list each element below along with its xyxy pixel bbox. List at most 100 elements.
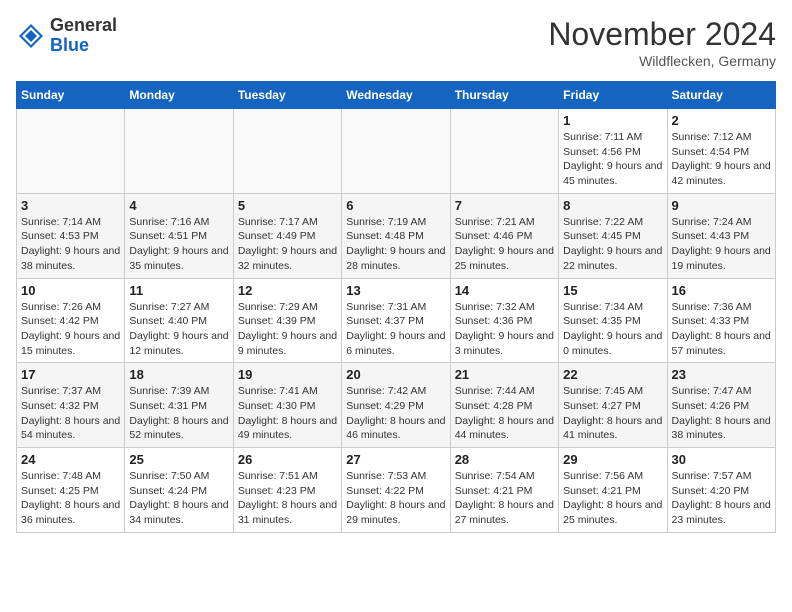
calendar-cell: 4 Sunrise: 7:16 AM Sunset: 4:51 PM Daylig… [125,193,233,278]
calendar-cell: 24Sunrise: 7:48 AM Sunset: 4:25 PM Dayli… [17,448,125,533]
day-info: Sunrise: 7:54 AM Sunset: 4:21 PM Dayligh… [455,469,554,528]
logo-blue: Blue [50,35,89,55]
day-number: 10 [21,283,120,298]
calendar-header-monday: Monday [125,82,233,109]
calendar-cell: 2 Sunrise: 7:12 AM Sunset: 4:54 PM Daylig… [667,109,775,194]
location: Wildflecken, Germany [548,53,776,69]
day-number: 12 [238,283,337,298]
day-number: 17 [21,367,120,382]
day-number: 19 [238,367,337,382]
calendar-cell: 16Sunrise: 7:36 AM Sunset: 4:33 PM Dayli… [667,278,775,363]
calendar-cell: 20Sunrise: 7:42 AM Sunset: 4:29 PM Dayli… [342,363,450,448]
calendar-cell: 30 Sunrise: 7:57 AM Sunset: 4:20 PM Dayli… [667,448,775,533]
calendar-cell: 15 Sunrise: 7:34 AM Sunset: 4:35 PM Dayli… [559,278,667,363]
day-number: 25 [129,452,228,467]
day-number: 2 [672,113,771,128]
day-number: 23 [672,367,771,382]
day-info: Sunrise: 7:45 AM Sunset: 4:27 PM Dayligh… [563,384,662,443]
day-number: 14 [455,283,554,298]
logo: General Blue [16,16,117,56]
day-number: 3 [21,198,120,213]
calendar-cell: 12Sunrise: 7:29 AM Sunset: 4:39 PM Dayli… [233,278,341,363]
calendar-cell: 5Sunrise: 7:17 AM Sunset: 4:49 PM Daylig… [233,193,341,278]
day-info: Sunrise: 7:14 AM Sunset: 4:53 PM Dayligh… [21,215,120,274]
day-info: Sunrise: 7:26 AM Sunset: 4:42 PM Dayligh… [21,300,120,359]
day-number: 30 [672,452,771,467]
calendar-cell: 8 Sunrise: 7:22 AM Sunset: 4:45 PM Daylig… [559,193,667,278]
calendar-cell: 10 Sunrise: 7:26 AM Sunset: 4:42 PM Dayli… [17,278,125,363]
calendar-cell: 1 Sunrise: 7:11 AM Sunset: 4:56 PM Daylig… [559,109,667,194]
day-info: Sunrise: 7:51 AM Sunset: 4:23 PM Dayligh… [238,469,337,528]
calendar-week-1: 1 Sunrise: 7:11 AM Sunset: 4:56 PM Daylig… [17,109,776,194]
day-info: Sunrise: 7:50 AM Sunset: 4:24 PM Dayligh… [129,469,228,528]
calendar-cell [450,109,558,194]
day-number: 29 [563,452,662,467]
calendar-header-tuesday: Tuesday [233,82,341,109]
day-info: Sunrise: 7:16 AM Sunset: 4:51 PM Dayligh… [129,215,228,274]
day-number: 26 [238,452,337,467]
day-number: 1 [563,113,662,128]
day-number: 28 [455,452,554,467]
day-number: 6 [346,198,445,213]
day-number: 27 [346,452,445,467]
day-info: Sunrise: 7:19 AM Sunset: 4:48 PM Dayligh… [346,215,445,274]
day-info: Sunrise: 7:11 AM Sunset: 4:56 PM Dayligh… [563,130,662,189]
calendar-cell: 29 Sunrise: 7:56 AM Sunset: 4:21 PM Dayli… [559,448,667,533]
calendar-header-wednesday: Wednesday [342,82,450,109]
calendar-cell: 23 Sunrise: 7:47 AM Sunset: 4:26 PM Dayli… [667,363,775,448]
calendar-cell: 11Sunrise: 7:27 AM Sunset: 4:40 PM Dayli… [125,278,233,363]
title-section: November 2024 Wildflecken, Germany [548,16,776,69]
calendar-cell: 21Sunrise: 7:44 AM Sunset: 4:28 PM Dayli… [450,363,558,448]
calendar-cell: 22 Sunrise: 7:45 AM Sunset: 4:27 PM Dayli… [559,363,667,448]
calendar-cell: 27 Sunrise: 7:53 AM Sunset: 4:22 PM Dayli… [342,448,450,533]
day-number: 11 [129,283,228,298]
day-number: 15 [563,283,662,298]
day-info: Sunrise: 7:42 AM Sunset: 4:29 PM Dayligh… [346,384,445,443]
day-info: Sunrise: 7:37 AM Sunset: 4:32 PM Dayligh… [21,384,120,443]
day-info: Sunrise: 7:57 AM Sunset: 4:20 PM Dayligh… [672,469,771,528]
calendar-table: SundayMondayTuesdayWednesdayThursdayFrid… [16,81,776,533]
day-number: 8 [563,198,662,213]
calendar-cell: 25 Sunrise: 7:50 AM Sunset: 4:24 PM Dayli… [125,448,233,533]
day-number: 22 [563,367,662,382]
day-info: Sunrise: 7:56 AM Sunset: 4:21 PM Dayligh… [563,469,662,528]
calendar-header-sunday: Sunday [17,82,125,109]
day-info: Sunrise: 7:24 AM Sunset: 4:43 PM Dayligh… [672,215,771,274]
day-info: Sunrise: 7:22 AM Sunset: 4:45 PM Dayligh… [563,215,662,274]
calendar-header-thursday: Thursday [450,82,558,109]
day-info: Sunrise: 7:36 AM Sunset: 4:33 PM Dayligh… [672,300,771,359]
day-number: 9 [672,198,771,213]
day-number: 21 [455,367,554,382]
day-info: Sunrise: 7:12 AM Sunset: 4:54 PM Dayligh… [672,130,771,189]
header: General Blue November 2024 Wildflecken, … [16,16,776,69]
calendar-week-2: 3 Sunrise: 7:14 AM Sunset: 4:53 PM Daylig… [17,193,776,278]
day-info: Sunrise: 7:47 AM Sunset: 4:26 PM Dayligh… [672,384,771,443]
calendar-header-row: SundayMondayTuesdayWednesdayThursdayFrid… [17,82,776,109]
day-info: Sunrise: 7:21 AM Sunset: 4:46 PM Dayligh… [455,215,554,274]
day-info: Sunrise: 7:32 AM Sunset: 4:36 PM Dayligh… [455,300,554,359]
calendar-cell: 3 Sunrise: 7:14 AM Sunset: 4:53 PM Daylig… [17,193,125,278]
day-number: 18 [129,367,228,382]
calendar-header-saturday: Saturday [667,82,775,109]
day-info: Sunrise: 7:48 AM Sunset: 4:25 PM Dayligh… [21,469,120,528]
calendar-cell: 9 Sunrise: 7:24 AM Sunset: 4:43 PM Daylig… [667,193,775,278]
calendar-cell: 18 Sunrise: 7:39 AM Sunset: 4:31 PM Dayli… [125,363,233,448]
day-info: Sunrise: 7:39 AM Sunset: 4:31 PM Dayligh… [129,384,228,443]
day-info: Sunrise: 7:34 AM Sunset: 4:35 PM Dayligh… [563,300,662,359]
calendar-cell: 6 Sunrise: 7:19 AM Sunset: 4:48 PM Daylig… [342,193,450,278]
calendar-cell: 19 Sunrise: 7:41 AM Sunset: 4:30 PM Dayli… [233,363,341,448]
day-number: 7 [455,198,554,213]
calendar-cell: 26 Sunrise: 7:51 AM Sunset: 4:23 PM Dayli… [233,448,341,533]
day-info: Sunrise: 7:53 AM Sunset: 4:22 PM Dayligh… [346,469,445,528]
calendar-header-friday: Friday [559,82,667,109]
calendar-cell [125,109,233,194]
calendar-cell: 7 Sunrise: 7:21 AM Sunset: 4:46 PM Daylig… [450,193,558,278]
day-info: Sunrise: 7:31 AM Sunset: 4:37 PM Dayligh… [346,300,445,359]
day-info: Sunrise: 7:41 AM Sunset: 4:30 PM Dayligh… [238,384,337,443]
day-number: 4 [129,198,228,213]
calendar-cell: 28 Sunrise: 7:54 AM Sunset: 4:21 PM Dayli… [450,448,558,533]
day-number: 5 [238,198,337,213]
calendar-cell [17,109,125,194]
logo-icon [16,21,46,51]
logo-general: General [50,15,117,35]
